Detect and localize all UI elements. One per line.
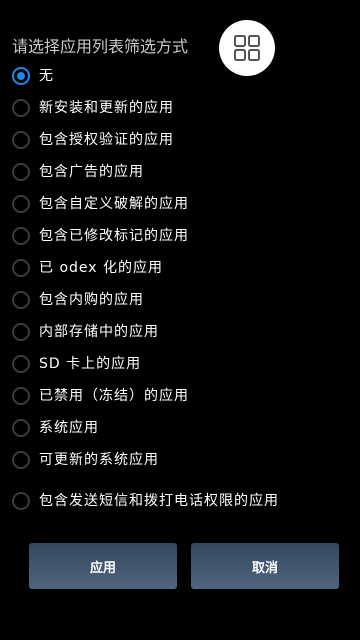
cancel-button[interactable]: 取消 (191, 543, 339, 589)
option-label: 包含内购的应用 (39, 292, 144, 308)
option-updatable-system-apps[interactable]: 可更新的系统应用 (0, 444, 360, 476)
filter-option-list: 无 新安装和更新的应用 包含授权验证的应用 包含广告的应用 包含自定义破解的应用… (0, 60, 360, 526)
option-disabled-frozen[interactable]: 已禁用（冻结）的应用 (0, 380, 360, 412)
option-custom-patch[interactable]: 包含自定义破解的应用 (0, 188, 360, 220)
radio-unchecked-icon[interactable] (12, 323, 30, 341)
option-ads[interactable]: 包含广告的应用 (0, 156, 360, 188)
option-label: 新安装和更新的应用 (39, 100, 174, 116)
radio-unchecked-icon[interactable] (12, 419, 30, 437)
option-license-verification[interactable]: 包含授权验证的应用 (0, 124, 360, 156)
option-label: SD 卡上的应用 (39, 356, 142, 372)
option-odexed[interactable]: 已 odex 化的应用 (0, 252, 360, 284)
option-system-apps[interactable]: 系统应用 (0, 412, 360, 444)
option-label: 无 (39, 68, 54, 84)
option-internal-storage[interactable]: 内部存储中的应用 (0, 316, 360, 348)
option-label: 包含自定义破解的应用 (39, 196, 189, 212)
option-modified-mark[interactable]: 包含已修改标记的应用 (0, 220, 360, 252)
apply-button[interactable]: 应用 (29, 543, 177, 589)
radio-unchecked-icon[interactable] (12, 99, 30, 117)
option-in-app-purchase[interactable]: 包含内购的应用 (0, 284, 360, 316)
option-label: 已禁用（冻结）的应用 (39, 388, 189, 404)
radio-unchecked-icon[interactable] (12, 387, 30, 405)
grid-icon (234, 35, 260, 61)
option-label: 包含授权验证的应用 (39, 132, 174, 148)
radio-checked-icon[interactable] (12, 67, 30, 85)
dialog-button-bar: 应用 取消 (29, 543, 339, 589)
option-label: 包含已修改标记的应用 (39, 228, 189, 244)
radio-unchecked-icon[interactable] (12, 131, 30, 149)
radio-unchecked-icon[interactable] (12, 291, 30, 309)
radio-unchecked-icon[interactable] (12, 355, 30, 373)
radio-unchecked-icon[interactable] (12, 195, 30, 213)
floating-menu-button[interactable] (219, 20, 275, 76)
option-sd-card[interactable]: SD 卡上的应用 (0, 348, 360, 380)
radio-unchecked-icon[interactable] (12, 163, 30, 181)
option-none[interactable]: 无 (0, 60, 360, 92)
option-new-and-updated[interactable]: 新安装和更新的应用 (0, 92, 360, 124)
radio-unchecked-icon[interactable] (12, 492, 30, 510)
radio-unchecked-icon[interactable] (12, 451, 30, 469)
option-label: 包含广告的应用 (39, 164, 144, 180)
option-label: 可更新的系统应用 (39, 452, 159, 468)
option-sms-call-permission[interactable]: 包含发送短信和拨打电话权限的应用 (0, 476, 360, 526)
option-label: 已 odex 化的应用 (39, 260, 164, 276)
option-label: 系统应用 (39, 420, 99, 436)
option-label: 包含发送短信和拨打电话权限的应用 (39, 493, 279, 509)
radio-unchecked-icon[interactable] (12, 259, 30, 277)
option-label: 内部存储中的应用 (39, 324, 159, 340)
radio-unchecked-icon[interactable] (12, 227, 30, 245)
